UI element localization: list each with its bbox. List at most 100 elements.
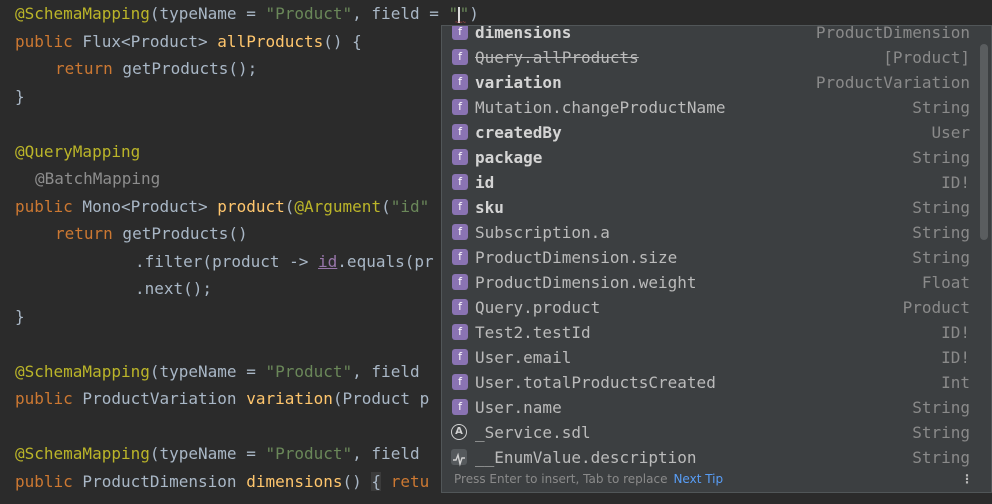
completion-item[interactable]: f package String bbox=[442, 145, 978, 170]
completion-item-name: sku bbox=[475, 198, 504, 217]
field-icon: f bbox=[452, 49, 468, 65]
field-icon: f bbox=[452, 299, 468, 315]
code-line[interactable]: public ProductDimension dimensions() { r… bbox=[15, 471, 429, 493]
code-line[interactable]: @SchemaMapping(typeName = "Product", fie… bbox=[15, 361, 420, 383]
annotation: @Argument bbox=[294, 197, 382, 216]
abstract-icon: A bbox=[451, 424, 467, 440]
annotation: @BatchMapping bbox=[35, 169, 161, 188]
field-icon: f bbox=[452, 274, 468, 290]
completion-item[interactable]: f ProductDimension.size String bbox=[442, 245, 978, 270]
completion-item-name: ProductDimension.size bbox=[475, 248, 678, 267]
completion-item[interactable]: f Mutation.changeProductName String bbox=[442, 95, 978, 120]
completion-item[interactable]: f dimensions ProductDimension bbox=[442, 25, 978, 45]
keyword: public bbox=[15, 389, 73, 408]
completion-item[interactable]: f id ID! bbox=[442, 170, 978, 195]
method-name: allProducts bbox=[217, 32, 324, 51]
completion-item[interactable]: f Test2.testId ID! bbox=[442, 320, 978, 345]
code-text: .equals(pr bbox=[337, 252, 434, 271]
code-line[interactable]: @QueryMapping bbox=[15, 141, 140, 163]
field-icon: f bbox=[452, 26, 468, 40]
footer-hint-text: Press Enter to insert, Tab to replace bbox=[454, 472, 668, 486]
keyword: public bbox=[15, 197, 73, 216]
keyword: retu bbox=[381, 472, 430, 491]
method-name: product bbox=[217, 197, 285, 216]
code-line[interactable]: return getProducts() bbox=[55, 223, 248, 245]
completion-item-name: Test2.testId bbox=[475, 323, 591, 342]
scrollbar[interactable] bbox=[980, 44, 988, 240]
next-tip-link[interactable]: Next Tip bbox=[673, 472, 723, 486]
code-text: ( bbox=[284, 197, 295, 216]
completion-popup[interactable]: f dimensions ProductDimension f Query.allPro… bbox=[441, 25, 992, 493]
code-line[interactable]: .next(); bbox=[135, 278, 212, 300]
code-text: ) bbox=[469, 4, 479, 23]
keyword: return bbox=[55, 59, 113, 78]
completion-item-name: Query.allProducts bbox=[475, 48, 639, 67]
code-text: ProductDimension bbox=[72, 472, 247, 491]
field-icon: f bbox=[452, 349, 468, 365]
code-line[interactable]: @BatchMapping bbox=[35, 168, 160, 190]
completion-item-name: variation bbox=[475, 73, 562, 92]
completion-footer: Press Enter to insert, Tab to replace Nex… bbox=[442, 466, 991, 492]
method-name: variation bbox=[246, 389, 333, 408]
code-text: ProductVariation bbox=[72, 389, 247, 408]
completion-item[interactable]: f User.totalProductsCreated Int bbox=[442, 370, 978, 395]
completion-item[interactable]: f variation ProductVariation bbox=[442, 70, 978, 95]
code-line[interactable]: return getProducts(); bbox=[55, 58, 257, 80]
string-literal: "Product" bbox=[265, 4, 353, 23]
field-icon: f bbox=[452, 224, 468, 240]
string-literal: "Product" bbox=[265, 362, 353, 381]
field-icon: f bbox=[452, 374, 468, 390]
completion-item-name: createdBy bbox=[475, 123, 562, 142]
code-text: } bbox=[15, 307, 25, 326]
code-line[interactable]: @SchemaMapping(typeName = "Product", fie… bbox=[15, 3, 479, 25]
code-line[interactable]: .filter(product -> id.equals(pr bbox=[135, 251, 434, 273]
code-line[interactable]: @SchemaMapping(typeName = "Product", fie… bbox=[15, 443, 420, 465]
code-line[interactable]: public ProductVariation variation(Produc… bbox=[15, 388, 429, 410]
completion-item-name: ProductDimension.weight bbox=[475, 273, 697, 292]
completion-item-type: User bbox=[931, 123, 970, 142]
code-text: , field = bbox=[352, 4, 449, 23]
completion-item[interactable]: f sku String bbox=[442, 195, 978, 220]
completion-item[interactable]: f createdBy User bbox=[442, 120, 978, 145]
field-icon: f bbox=[452, 149, 468, 165]
code-text: Flux<Product> bbox=[72, 32, 218, 51]
more-options-icon[interactable]: ⋮ bbox=[961, 466, 973, 492]
completion-item[interactable]: A _Service.sdl String bbox=[442, 420, 978, 445]
completion-item-type: String bbox=[912, 248, 970, 267]
method-name: dimensions bbox=[246, 472, 343, 491]
annotation: @SchemaMapping bbox=[15, 362, 150, 381]
keyword: return bbox=[55, 224, 113, 243]
code-text: .filter(product -> bbox=[135, 252, 319, 271]
completion-item[interactable]: f ProductDimension.weight Float bbox=[442, 270, 978, 295]
completion-item-type: String bbox=[912, 98, 970, 117]
annotation: @QueryMapping bbox=[15, 142, 141, 161]
completion-item-type: Float bbox=[921, 273, 970, 292]
completion-item-name: package bbox=[475, 148, 543, 167]
footer-hint: Press Enter to insert, Tab to replace Nex… bbox=[454, 466, 723, 492]
code-line[interactable]: public Flux<Product> allProducts() { bbox=[15, 31, 362, 53]
field-icon: f bbox=[452, 324, 468, 340]
code-text: } bbox=[15, 87, 25, 106]
string-literal: "id" bbox=[390, 197, 430, 216]
code-line[interactable]: } bbox=[15, 86, 25, 108]
completion-item-type: ID! bbox=[941, 173, 970, 192]
completion-item-type: [Product] bbox=[883, 48, 970, 67]
code-line[interactable]: } bbox=[15, 306, 25, 328]
completion-item[interactable]: f User.name String bbox=[442, 395, 978, 420]
code-line[interactable]: public Mono<Product> product(@Argument("… bbox=[15, 196, 429, 218]
field-icon: f bbox=[452, 124, 468, 140]
completion-item-type: ProductDimension bbox=[815, 25, 970, 42]
completion-item[interactable]: f Query.allProducts [Product] bbox=[442, 45, 978, 70]
string-literal: "Product" bbox=[265, 444, 353, 463]
completion-item[interactable]: f Subscription.a String bbox=[442, 220, 978, 245]
code-text: getProducts(); bbox=[112, 59, 258, 78]
completion-item[interactable]: f User.email ID! bbox=[442, 345, 978, 370]
keyword: public bbox=[15, 472, 73, 491]
completion-item-type: ID! bbox=[941, 323, 970, 342]
annotation: @SchemaMapping bbox=[15, 4, 150, 23]
code-text: (typeName = bbox=[149, 444, 266, 463]
annotation: @SchemaMapping bbox=[15, 444, 150, 463]
completion-item[interactable]: f Query.product Product bbox=[442, 295, 978, 320]
keyword: public bbox=[15, 32, 73, 51]
completion-item-type: ProductVariation bbox=[815, 73, 970, 92]
